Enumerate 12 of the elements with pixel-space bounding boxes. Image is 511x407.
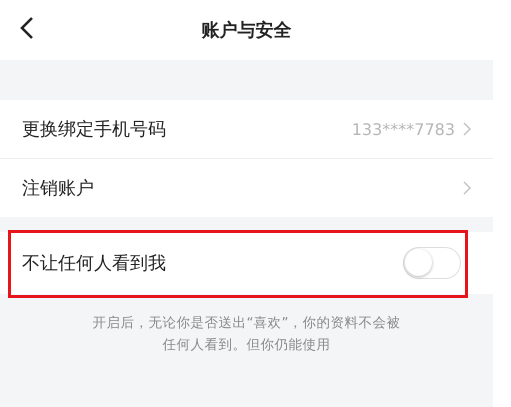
phone-number: 133****7783 xyxy=(352,120,455,138)
page-title: 账户与安全 xyxy=(202,19,292,42)
hint-text: 开启后，无论你是否送出“喜欢”，你的资料不会被 任何人看到。但你仍能使用 xyxy=(92,314,402,355)
toggle-switch[interactable] xyxy=(403,247,461,279)
row-label: 更换绑定手机号码 xyxy=(22,118,167,141)
row-label: 注销账户 xyxy=(22,177,95,200)
chevron-icon xyxy=(463,181,471,195)
settings-row[interactable]: 更换绑定手机号码 133****7783 xyxy=(0,100,493,158)
toggle-label: 不让任何人看到我 xyxy=(22,252,167,275)
settings-row[interactable]: 注销账户 xyxy=(0,158,493,217)
chevron-icon xyxy=(463,122,471,136)
back-icon[interactable] xyxy=(20,16,34,40)
